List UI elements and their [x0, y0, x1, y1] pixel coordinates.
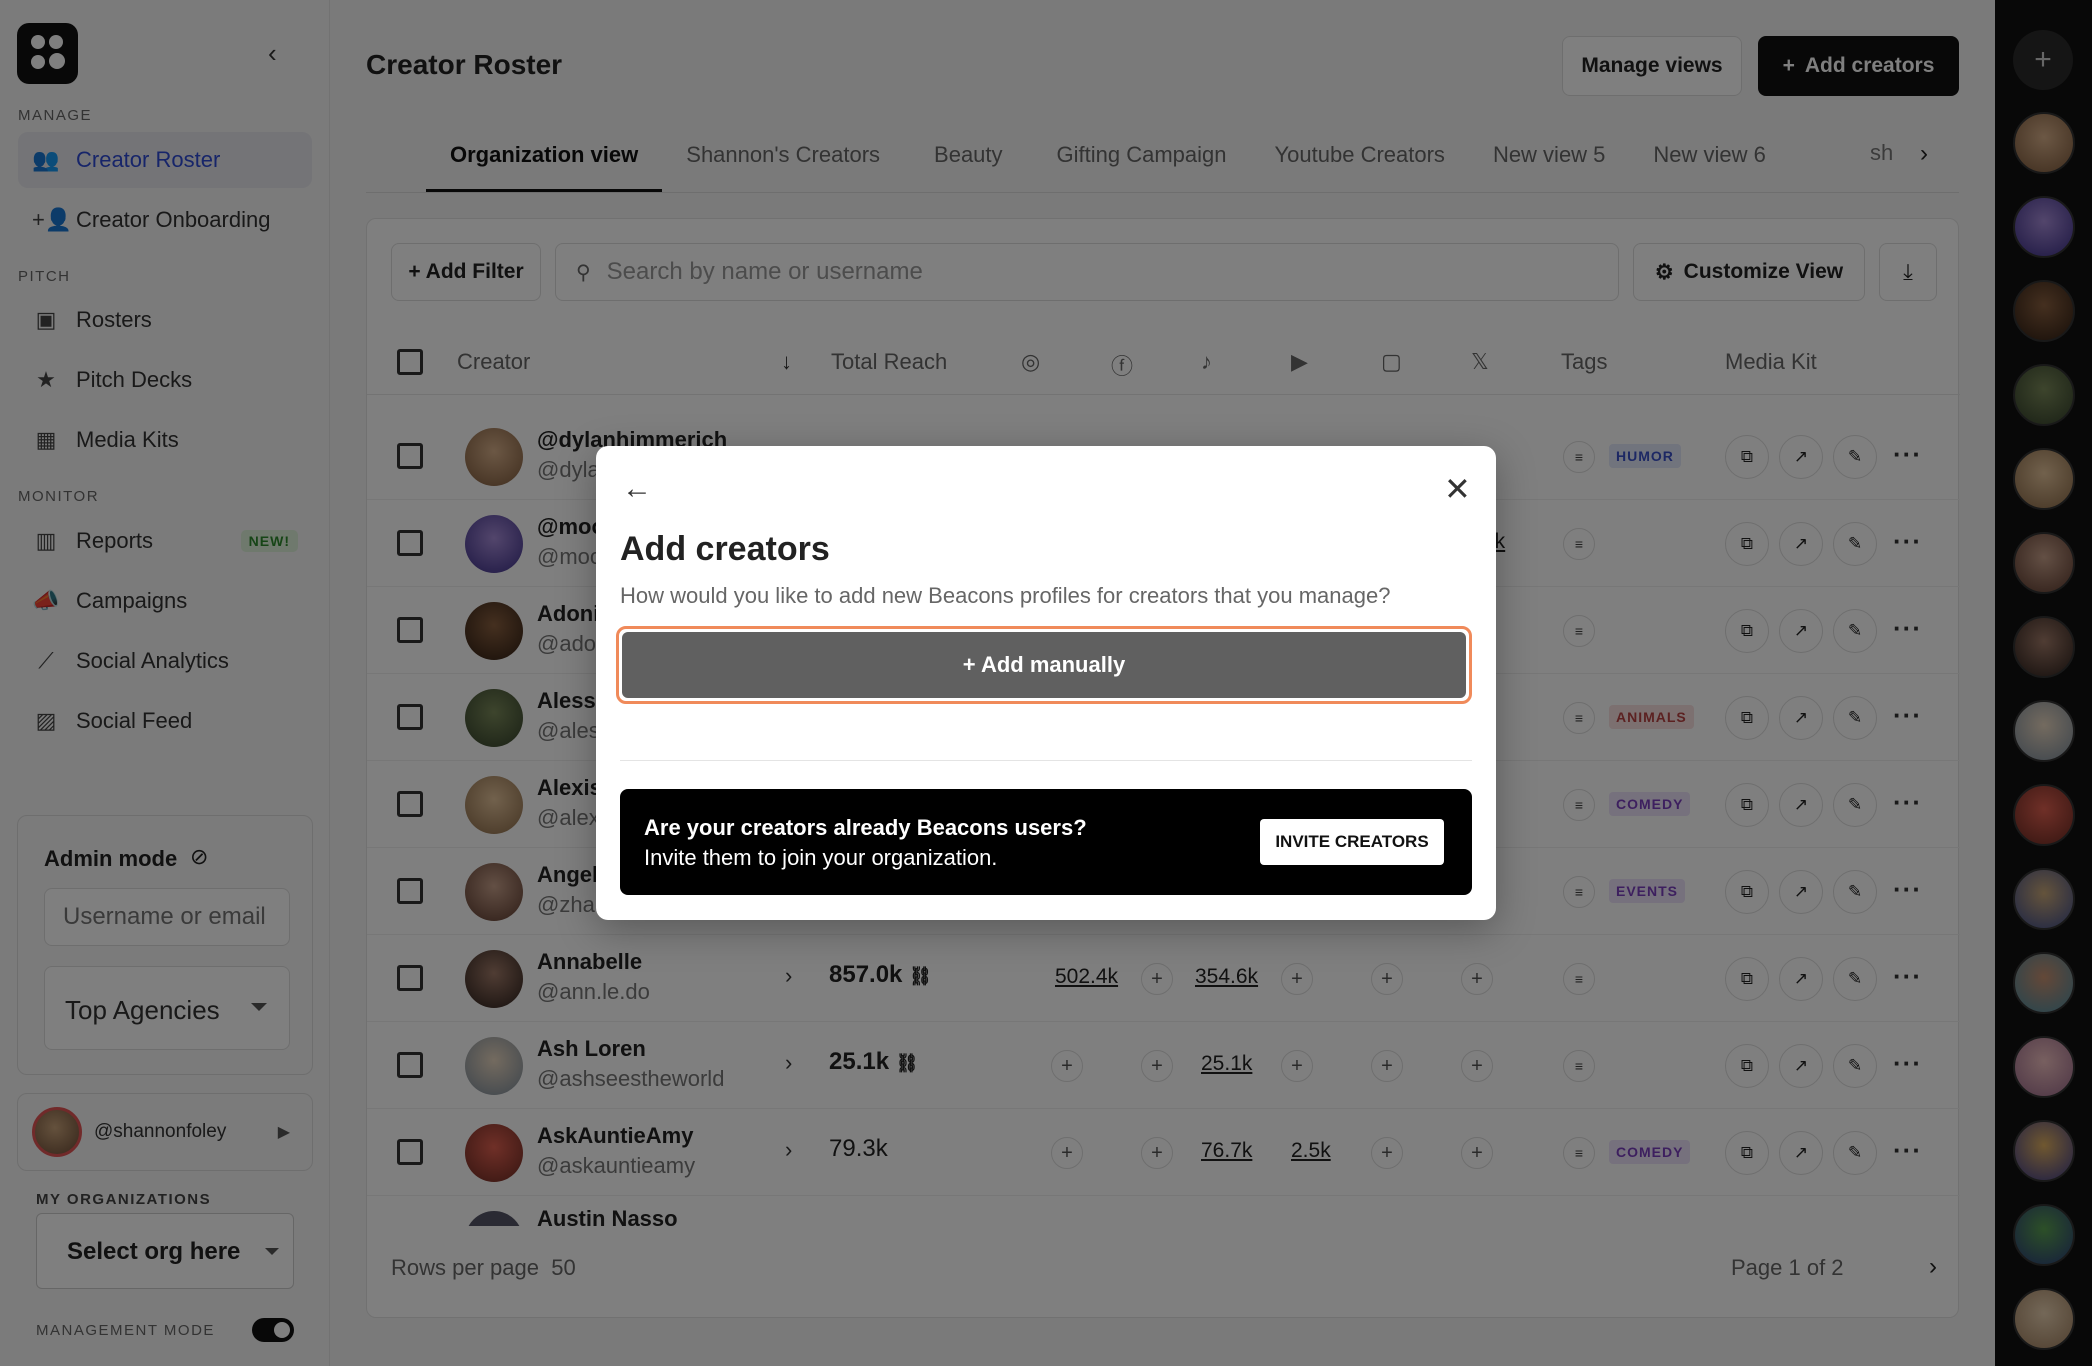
add-manually-label: + Add manually	[622, 632, 1466, 698]
add-creators-dialog: ← ✕ Add creators How would you like to a…	[596, 446, 1496, 920]
invite-text: Invite them to join your organization.	[644, 845, 998, 870]
add-manually-button[interactable]: + Add manually	[616, 626, 1472, 704]
dialog-subtitle: How would you like to add new Beacons pr…	[620, 583, 1391, 608]
invite-banner: Are your creators already Beacons users?…	[620, 789, 1472, 895]
back-arrow-icon[interactable]: ←	[622, 472, 652, 506]
close-icon[interactable]: ✕	[1444, 470, 1471, 508]
dialog-divider	[620, 760, 1472, 761]
invite-creators-button[interactable]: INVITE CREATORS	[1260, 819, 1444, 865]
dialog-title: Add creators	[620, 530, 830, 568]
invite-question: Are your creators already Beacons users?	[644, 815, 1087, 840]
